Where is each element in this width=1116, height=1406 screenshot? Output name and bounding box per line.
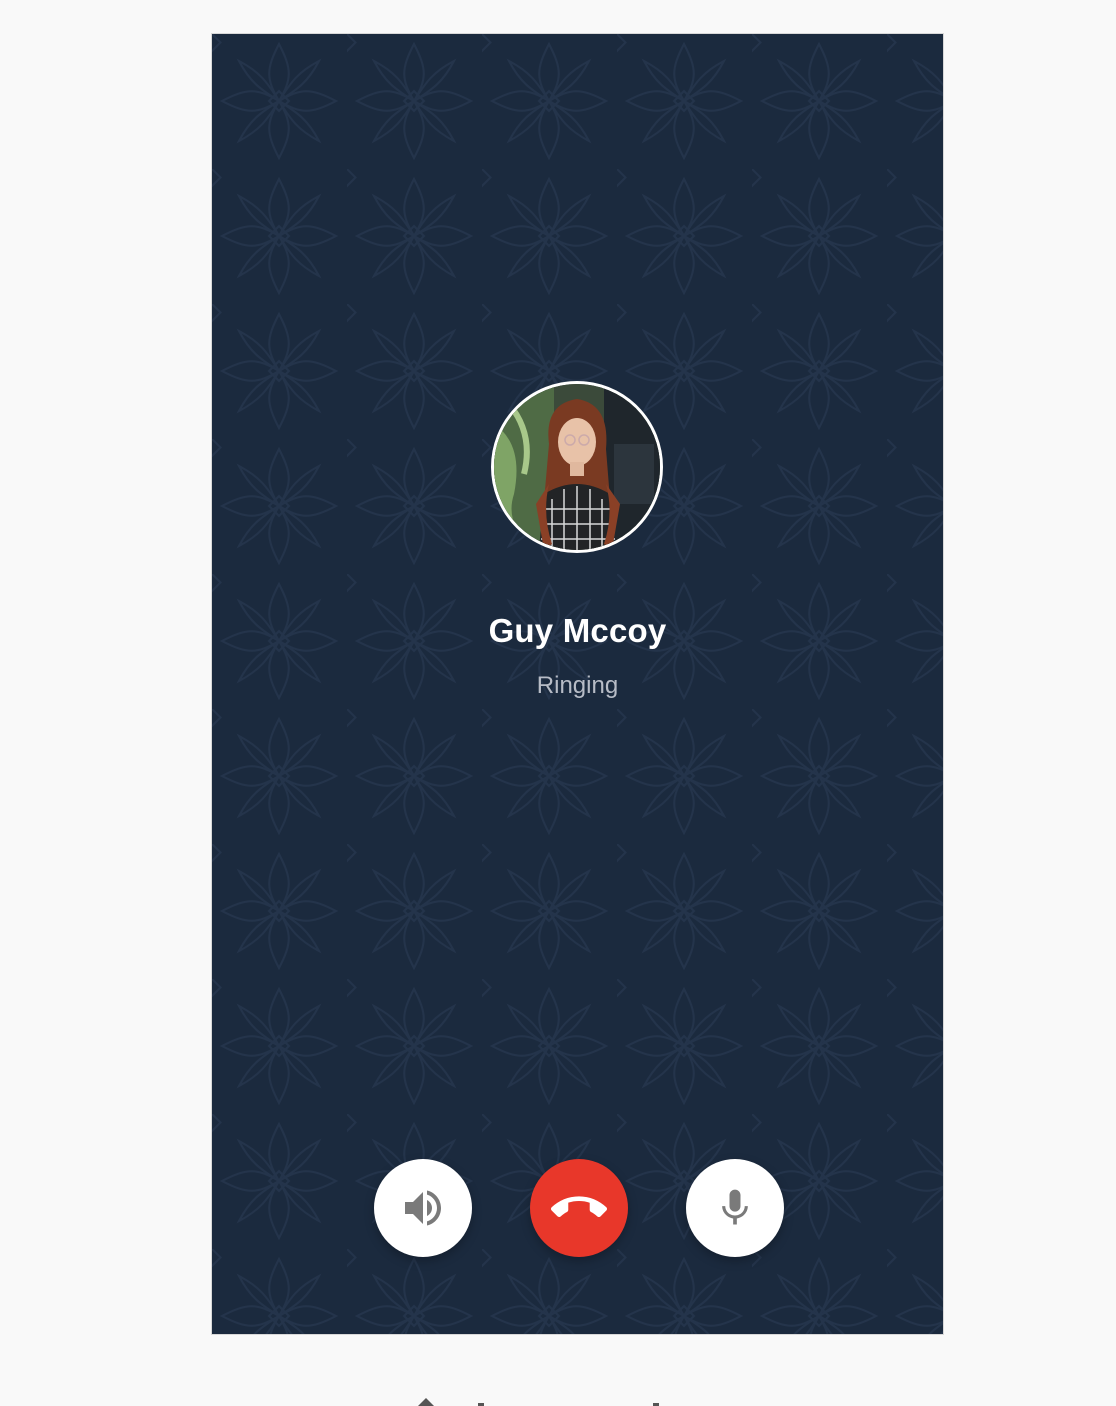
end-call-button[interactable] [530,1159,628,1257]
call-screen: Guy Mccoy Ringing [211,33,944,1335]
speaker-button[interactable] [374,1159,472,1257]
caller-avatar [491,381,663,553]
footer-partial-icon [418,1398,659,1406]
mute-button[interactable] [686,1159,784,1257]
speaker-icon [405,1190,441,1226]
caller-name: Guy Mccoy [488,612,667,649]
caller-photo [494,384,660,550]
end-call-icon [551,1196,607,1218]
microphone-icon [722,1189,748,1225]
call-status: Ringing [536,672,619,699]
